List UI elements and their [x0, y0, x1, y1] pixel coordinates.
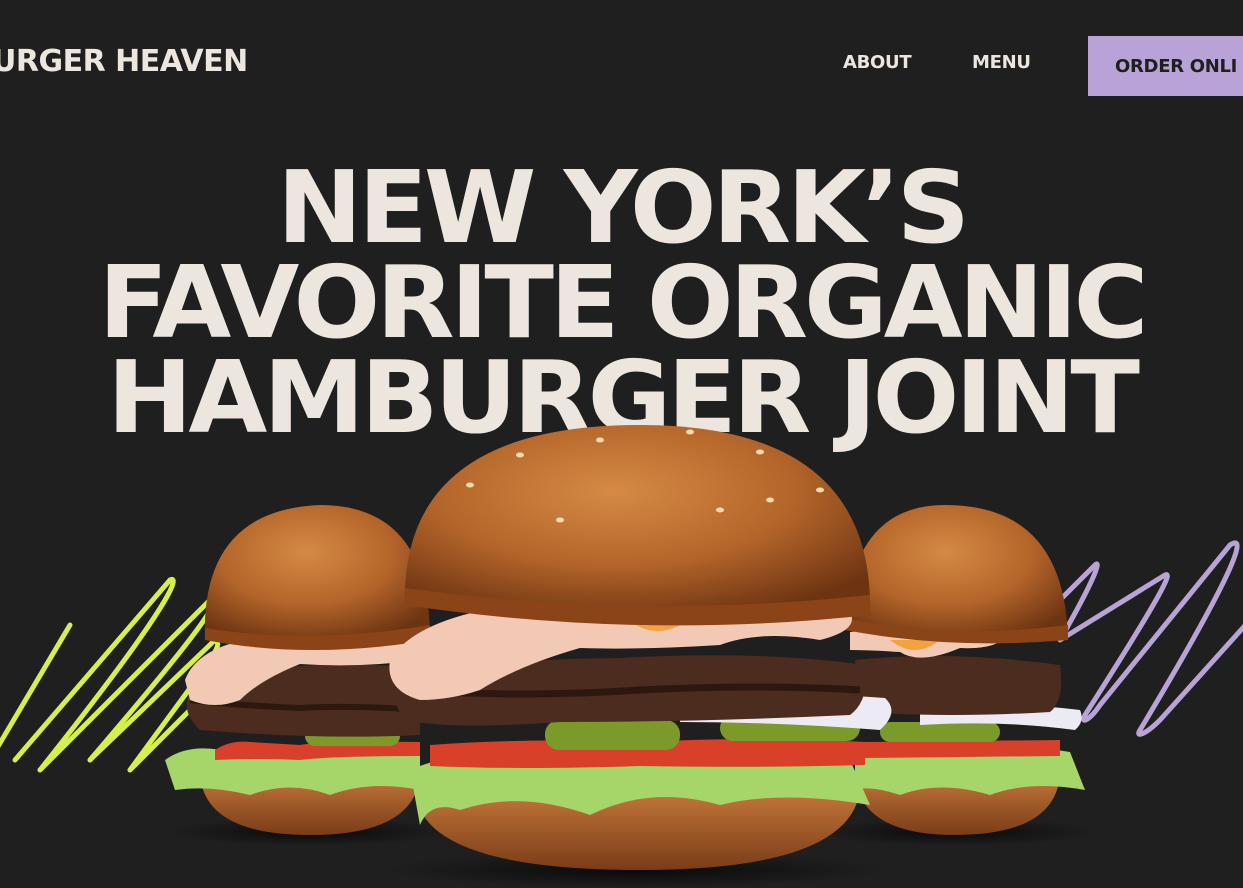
purple-scribble-decoration	[1057, 540, 1243, 737]
right-burger	[845, 505, 1085, 835]
center-burger	[389, 425, 892, 870]
lime-scribble-decoration	[0, 577, 221, 773]
hero-burger-image	[0, 425, 1243, 888]
